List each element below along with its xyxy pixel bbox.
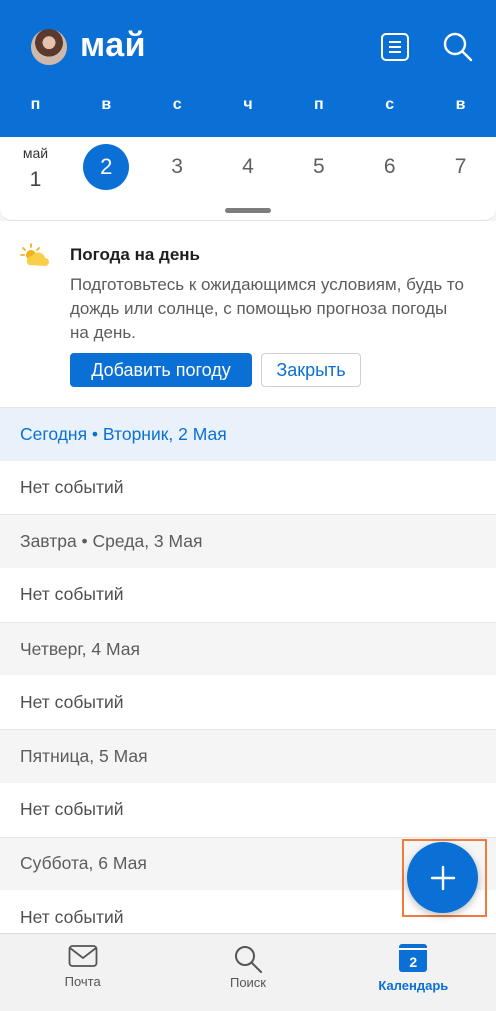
mail-icon — [68, 945, 98, 967]
calendar-header: май п в с ч п с в — [0, 0, 496, 137]
agenda-date-header: Четверг, 4 Мая — [0, 621, 496, 676]
nav-calendar-label: Календарь — [378, 978, 449, 993]
day-number: 7 — [454, 155, 467, 178]
day-cell[interactable]: 5 — [283, 137, 354, 197]
day-number: 1 — [29, 168, 42, 191]
partly-sunny-icon — [20, 243, 50, 274]
weekday-label: п — [314, 96, 324, 113]
weekday-label: п — [30, 96, 41, 113]
calendar-icon: 2 — [399, 944, 428, 972]
agenda-event-row[interactable]: Нет событий — [0, 460, 496, 515]
day-number: 6 — [383, 155, 396, 178]
day-number: 3 — [171, 155, 183, 178]
weekday-label: с — [172, 96, 182, 113]
weather-card-description: Подготовьтесь к ожидающимся условиям, бу… — [70, 275, 464, 342]
day-cell[interactable]: 3 — [142, 137, 213, 197]
nav-mail[interactable]: Почта — [0, 934, 165, 1011]
agenda-date-header: Завтра • Среда, 3 Мая — [0, 514, 496, 569]
agenda-date-header: Пятница, 5 Мая — [0, 729, 496, 783]
nav-mail-label: Почта — [64, 974, 101, 989]
day-cell[interactable]: май 1 — [0, 137, 71, 197]
new-event-button[interactable] — [407, 842, 478, 913]
day-cell-selected[interactable]: 2 — [71, 137, 142, 197]
avatar[interactable] — [29, 27, 69, 67]
weekday-label: в — [101, 96, 112, 113]
agenda-view-icon[interactable] — [379, 31, 411, 63]
agenda-event-row[interactable]: Нет событий — [0, 675, 496, 730]
day-number: 2 — [83, 144, 130, 190]
day-number: 4 — [242, 155, 254, 178]
day-number: 5 — [313, 155, 325, 178]
day-cell[interactable]: 4 — [213, 137, 284, 197]
search-icon — [234, 946, 262, 973]
agenda-event-row[interactable]: Нет событий — [0, 568, 496, 622]
add-weather-button[interactable]: Добавить погоду — [70, 353, 252, 387]
agenda-event-row[interactable]: Нет событий — [0, 782, 496, 837]
agenda-date-header-today: Сегодня • Вторник, 2 Мая — [0, 407, 496, 461]
weekday-label: с — [385, 96, 395, 113]
nav-calendar[interactable]: 2 Календарь — [331, 934, 496, 1011]
day-cell[interactable]: 7 — [425, 137, 496, 197]
weather-card: Погода на день Подготовьтесь к ожидающим… — [0, 221, 496, 407]
close-weather-button[interactable]: Закрыть — [261, 353, 361, 387]
search-icon[interactable] — [442, 31, 474, 63]
weekday-label: ч — [243, 96, 253, 113]
weather-card-title: Погода на день — [70, 245, 200, 264]
nav-search-label: Поиск — [229, 975, 266, 990]
weekday-row: п в с ч п с в — [0, 96, 496, 118]
month-label: май — [22, 145, 49, 161]
day-cell[interactable]: 6 — [354, 137, 425, 197]
weekday-label: в — [455, 96, 466, 113]
month-title[interactable]: май — [80, 26, 146, 65]
week-strip: май 1 2 3 4 5 6 7 — [0, 137, 496, 221]
bottom-nav: Почта Поиск 2 Календарь — [0, 933, 496, 1011]
nav-search[interactable]: Поиск — [165, 934, 330, 1011]
plus-icon — [430, 865, 455, 890]
drag-handle[interactable] — [225, 208, 271, 213]
